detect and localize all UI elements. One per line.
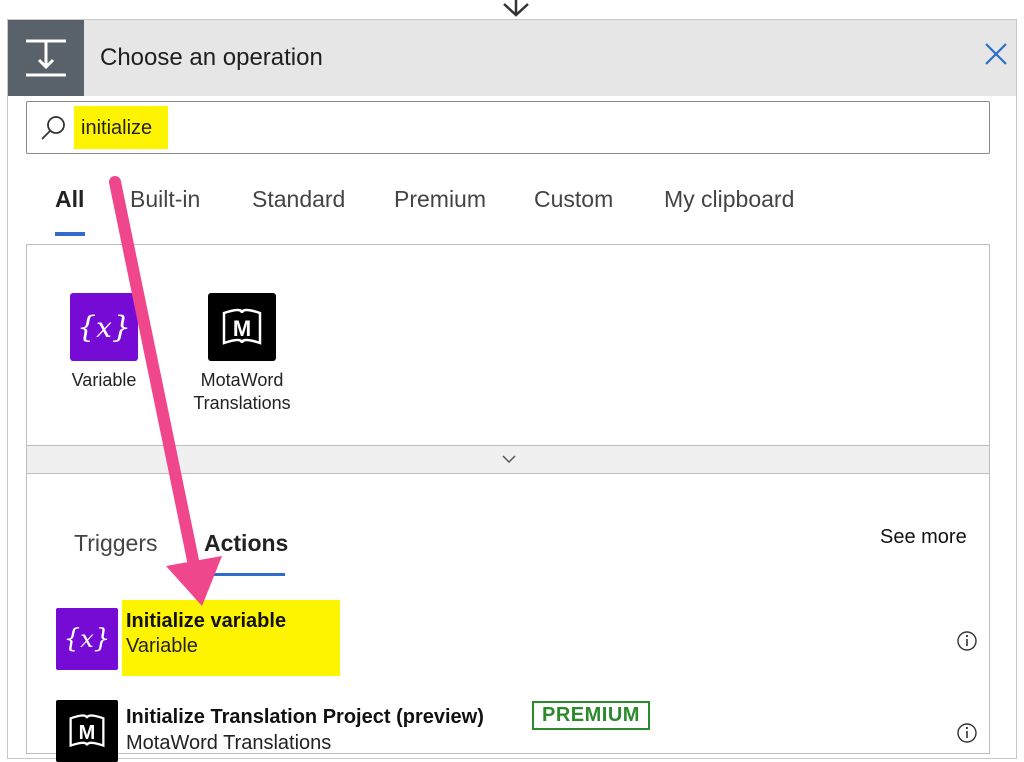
svg-text:M: M xyxy=(79,722,96,744)
tab-actions[interactable]: Actions xyxy=(204,530,288,557)
connector-motaword[interactable]: M MotaWord Translations xyxy=(177,293,307,415)
premium-badge: PREMIUM xyxy=(532,701,650,730)
motaword-icon: M xyxy=(208,293,276,361)
tab-custom[interactable]: Custom xyxy=(534,186,613,213)
operation-icon xyxy=(8,20,84,96)
action-initialize-translation-project[interactable]: M Initialize Translation Project (previe… xyxy=(26,698,990,762)
connector-variable[interactable]: {x} Variable xyxy=(69,293,139,392)
motaword-icon: M xyxy=(56,700,118,762)
connector-label-line1: MotaWord xyxy=(200,370,284,390)
expand-connectors-button[interactable] xyxy=(27,445,989,473)
action-title: Initialize variable xyxy=(126,610,287,632)
tab-all[interactable]: All xyxy=(55,186,84,213)
chevron-down-icon xyxy=(502,455,516,464)
tab-premium[interactable]: Premium xyxy=(394,186,486,213)
action-initialize-variable[interactable]: {x} Initialize variable Variable xyxy=(26,600,990,678)
connector-label: MotaWord Translations xyxy=(177,369,307,415)
close-icon[interactable] xyxy=(982,38,1010,70)
variable-icon: {x} xyxy=(70,293,138,361)
connector-label: Variable xyxy=(71,370,137,390)
info-icon[interactable] xyxy=(956,722,978,744)
dialog-header: Choose an operation xyxy=(8,20,1016,96)
search-icon xyxy=(41,116,65,140)
connectors-panel: {x} Variable M MotaWord Translations xyxy=(26,244,990,474)
tab-standard[interactable]: Standard xyxy=(252,186,345,213)
action-subtitle: Variable xyxy=(126,635,198,657)
see-more-link[interactable]: See more xyxy=(880,526,967,549)
flow-connector-arrow-icon xyxy=(503,0,529,17)
dialog-title: Choose an operation xyxy=(100,44,323,71)
active-subtab-indicator xyxy=(203,573,285,576)
tab-triggers[interactable]: Triggers xyxy=(74,530,158,557)
variable-icon: {x} xyxy=(56,608,118,670)
search-input[interactable] xyxy=(79,110,883,146)
svg-text:M: M xyxy=(233,316,251,341)
info-icon[interactable] xyxy=(956,630,978,652)
connector-label-line2: Translations xyxy=(193,393,291,413)
search-box xyxy=(26,101,990,154)
tab-my-clipboard[interactable]: My clipboard xyxy=(664,186,794,213)
active-tab-indicator xyxy=(55,232,85,236)
tab-built-in[interactable]: Built-in xyxy=(130,186,200,213)
action-title: Initialize Translation Project (preview) xyxy=(126,706,484,728)
